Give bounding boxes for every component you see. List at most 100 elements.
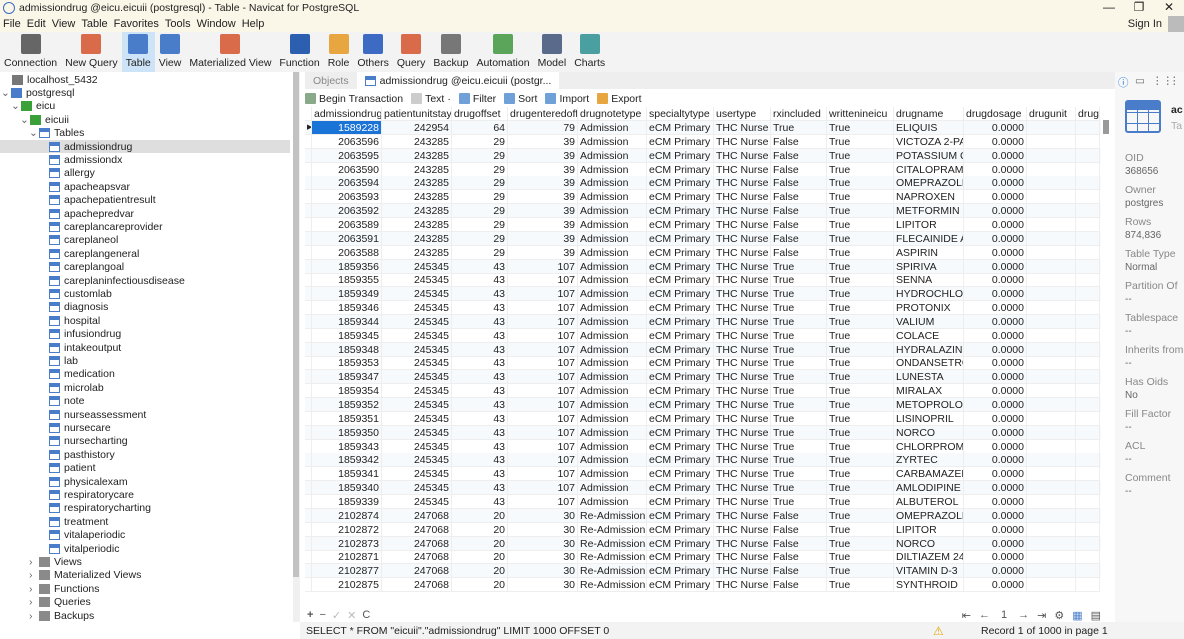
cell-drugnotetype[interactable]: Admission [578,204,647,219]
cell-druga[interactable] [1076,370,1100,385]
cell-patientunitstayid[interactable]: 245345 [382,481,452,496]
cell-drugnotetype[interactable]: Re-Admission [578,578,647,592]
tree-item-table[interactable]: respiratorycare [49,488,134,501]
cell-drugoffset[interactable]: 20 [452,578,508,592]
cell-drugunit[interactable] [1027,508,1076,523]
table-row[interactable]: 1859346 245345 43 107 Admission eCM Primary TH… [305,301,1101,316]
toolbar-model-button[interactable]: Model [534,32,571,72]
cell-drugname[interactable]: ELIQUIS [894,121,964,135]
cell-drugname[interactable]: LISINOPRIL [894,411,964,426]
tree-item-table[interactable]: admissiondrug [0,140,290,153]
cell-druga[interactable] [1076,467,1100,482]
row-indicator[interactable] [305,522,312,537]
chevron-down-icon[interactable]: ⌄ [11,100,21,112]
cell-drugname[interactable]: CITALOPRAM HB [894,162,964,177]
export-button[interactable]: Export [597,93,642,105]
cell-drugunit[interactable] [1027,578,1076,592]
prev-page-button[interactable]: ← [979,609,990,622]
row-indicator[interactable] [305,481,312,496]
cell-druga[interactable] [1076,494,1100,509]
cell-specialtytype[interactable]: eCM Primary [647,467,714,482]
cell-rxincluded[interactable]: True [771,439,827,454]
cell-usertype[interactable]: THC Nurse [714,356,771,371]
cell-admissiondrugid[interactable]: 2063590 [312,162,382,177]
cell-drugnotetype[interactable]: Admission [578,494,647,509]
cell-drugunit[interactable] [1027,176,1076,191]
tree-item-table[interactable]: hospital [49,314,100,327]
cell-druga[interactable] [1076,342,1100,357]
tree-item-table[interactable]: vitalaperiodic [49,529,125,542]
cell-patientunitstayid[interactable]: 243285 [382,176,452,191]
cell-drugunit[interactable] [1027,467,1076,482]
cell-drugdosage[interactable]: 0.0000 [964,273,1027,288]
tree-item-table[interactable]: apachepredvar [49,207,134,220]
cell-drugunit[interactable] [1027,259,1076,274]
cell-drugdosage[interactable]: 0.0000 [964,190,1027,205]
minimize-button[interactable]: — [1094,0,1124,14]
cell-drugname[interactable]: PROTONIX [894,301,964,316]
cell-patientunitstayid[interactable]: 245345 [382,314,452,329]
toolbar-charts-button[interactable]: Charts [570,32,609,72]
cell-rxincluded[interactable]: True [771,273,827,288]
cell-rxincluded[interactable]: False [771,231,827,246]
cell-admissiondrugid[interactable]: 2063588 [312,245,382,260]
cell-usertype[interactable]: THC Nurse [714,453,771,468]
tree-item-table[interactable]: vitalperiodic [49,542,119,555]
cell-rxincluded[interactable]: True [771,481,827,496]
cell-rxincluded[interactable]: True [771,398,827,412]
row-indicator[interactable] [305,384,312,399]
column-header-drugunit[interactable]: drugunit [1027,107,1076,121]
layout-icon[interactable]: ⋮⋮ [1169,75,1184,87]
cell-drugunit[interactable] [1027,370,1076,385]
cell-drugdosage[interactable]: 0.0000 [964,494,1027,509]
cell-drugname[interactable]: SENNA [894,273,964,288]
table-row[interactable]: 1859352 245345 43 107 Admission eCM Primary TH… [305,398,1101,412]
cell-admissiondrugid[interactable]: 1859348 [312,342,382,357]
column-header-drugnotetype[interactable]: drugnotetype [578,107,647,121]
tree-item-table[interactable]: intakeoutput [49,341,121,354]
cell-drugenteredoffset[interactable]: 107 [508,411,578,426]
cell-drugenteredoffset[interactable]: 107 [508,467,578,482]
tab-objects[interactable]: Objects [305,72,357,89]
cell-drugname[interactable]: NORCO [894,425,964,440]
cell-specialtytype[interactable]: eCM Primary [647,259,714,274]
cell-druga[interactable] [1076,245,1100,260]
discard-button[interactable]: ✕ [347,609,356,622]
tree-item-queries[interactable]: › Queries [29,596,91,609]
cell-admissiondrugid[interactable]: 1859349 [312,287,382,302]
row-indicator[interactable] [305,176,312,191]
tree-item-table[interactable]: nursecharting [49,435,128,448]
cell-patientunitstayid[interactable]: 245345 [382,494,452,509]
cell-patientunitstayid[interactable]: 245345 [382,356,452,371]
cell-patientunitstayid[interactable]: 245345 [382,342,452,357]
cell-drugdosage[interactable]: 0.0000 [964,453,1027,468]
cell-drugenteredoffset[interactable]: 107 [508,356,578,371]
cell-drugnotetype[interactable]: Admission [578,190,647,205]
cell-rxincluded[interactable]: False [771,134,827,149]
cell-drugunit[interactable] [1027,536,1076,551]
cell-specialtytype[interactable]: eCM Primary [647,494,714,509]
tree-item-materialized-views[interactable]: › Materialized Views [29,569,141,582]
cell-usertype[interactable]: THC Nurse [714,578,771,592]
cell-rxincluded[interactable]: True [771,370,827,385]
cell-writtenineicu[interactable]: True [827,328,894,343]
cell-drugname[interactable]: MIRALAX [894,384,964,399]
menu-table[interactable]: Table [78,18,110,30]
cell-drugoffset[interactable]: 20 [452,550,508,565]
cell-drugenteredoffset[interactable]: 39 [508,231,578,246]
cell-drugoffset[interactable]: 29 [452,134,508,149]
chevron-right-icon[interactable]: › [29,583,39,595]
cell-patientunitstayid[interactable]: 243285 [382,148,452,163]
cell-admissiondrugid[interactable]: 1859346 [312,301,382,316]
row-indicator[interactable] [305,134,312,149]
cell-drugnotetype[interactable]: Admission [578,217,647,232]
cell-rxincluded[interactable]: False [771,522,827,537]
cell-drugoffset[interactable]: 43 [452,481,508,496]
cell-rxincluded[interactable]: True [771,425,827,440]
tree-scrollbar[interactable] [293,72,300,622]
cell-drugunit[interactable] [1027,411,1076,426]
cell-drugunit[interactable] [1027,301,1076,316]
cell-usertype[interactable]: THC Nurse [714,522,771,537]
cell-drugoffset[interactable]: 64 [452,121,508,135]
cell-rxincluded[interactable]: True [771,494,827,509]
